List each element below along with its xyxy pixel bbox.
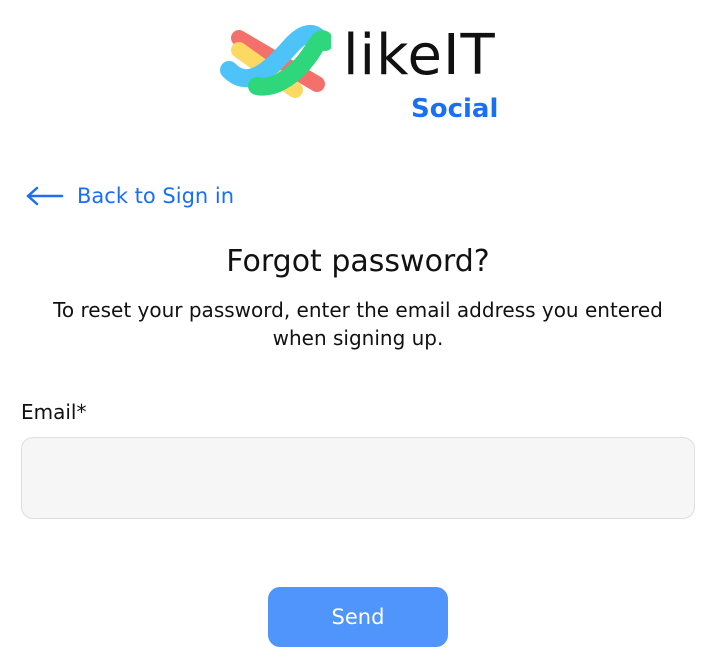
back-link-label: Back to Sign in — [77, 184, 235, 208]
page-title: Forgot password? — [226, 244, 490, 279]
email-field[interactable] — [21, 437, 695, 519]
send-button[interactable]: Send — [268, 587, 448, 647]
brand-name: likeIT — [343, 23, 496, 88]
likeit-logo-icon — [220, 24, 331, 98]
arrow-left-icon — [26, 186, 64, 206]
brand-subtitle: Social — [411, 94, 499, 124]
back-to-sign-in-link[interactable]: Back to Sign in — [26, 180, 234, 212]
page-description: To reset your password, enter the email … — [53, 298, 663, 350]
brand-logo: likeIT Social — [219, 20, 509, 130]
email-label: Email* — [21, 400, 87, 424]
